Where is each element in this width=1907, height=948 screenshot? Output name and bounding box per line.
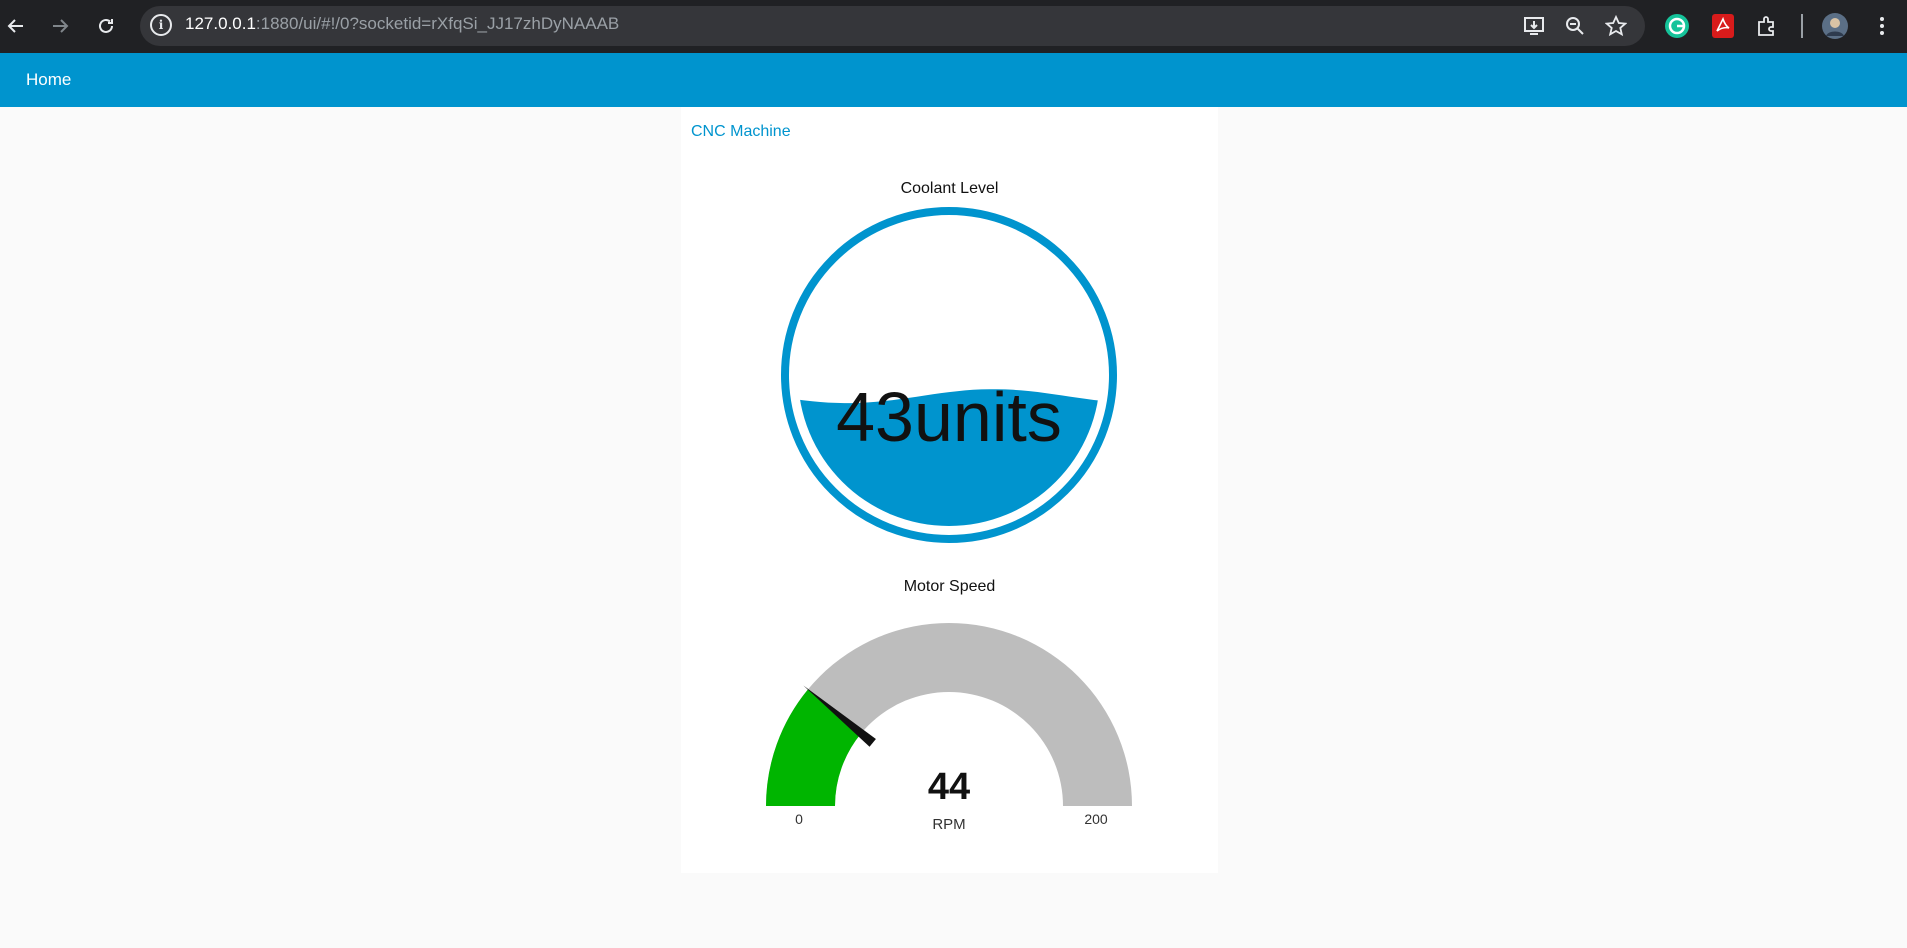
bookmark-star-icon[interactable] <box>1603 13 1629 39</box>
site-info-icon[interactable]: i <box>150 14 172 36</box>
coolant-value: 43units <box>836 378 1062 456</box>
gauge-value: 44 <box>928 766 970 808</box>
extensions-icon[interactable] <box>1753 12 1781 40</box>
zoom-icon[interactable] <box>1562 13 1588 39</box>
menu-icon[interactable] <box>1868 12 1896 40</box>
install-app-icon[interactable] <box>1522 13 1548 39</box>
motor-speed-title: Motor Speed <box>903 578 996 595</box>
url-text[interactable]: 127.0.0.1:1880/ui/#!/0?socketid=rXfqSi_J… <box>185 14 619 34</box>
profile-avatar[interactable] <box>1821 12 1849 40</box>
reload-icon[interactable] <box>92 12 120 40</box>
grammarly-icon[interactable] <box>1663 12 1691 40</box>
dashboard-group-card: CNC Machine Coolant Level 43units Motor … <box>681 107 1218 873</box>
gauge-min-label: 0 <box>795 811 803 827</box>
acrobat-icon[interactable] <box>1709 12 1737 40</box>
group-title: CNC Machine <box>691 123 791 140</box>
browser-toolbar: i 127.0.0.1:1880/ui/#!/0?socketid=rXfqSi… <box>0 0 1907 53</box>
coolant-level-title: Coolant Level <box>900 180 999 197</box>
toolbar-divider <box>1801 14 1803 38</box>
gauge-unit: RPM <box>932 816 965 833</box>
back-icon[interactable] <box>2 12 30 40</box>
coolant-level-gauge: 43units <box>781 207 1117 543</box>
motor-speed-gauge: 44 RPM 0 200 <box>766 623 1132 833</box>
gauge-max-label: 200 <box>1084 811 1108 827</box>
app-toolbar: Home <box>0 53 1907 107</box>
page-title: Home <box>26 70 72 89</box>
forward-icon[interactable] <box>46 12 74 40</box>
